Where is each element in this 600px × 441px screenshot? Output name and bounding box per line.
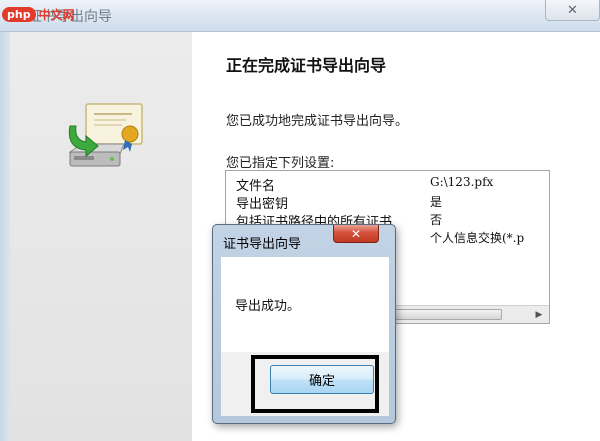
settings-label: 您已指定下列设置: (226, 156, 335, 171)
settings-value: 是 (430, 195, 443, 209)
ok-button[interactable]: 确定 (270, 365, 374, 394)
close-icon: ✕ (567, 2, 578, 18)
settings-row: 文件名 G:\123.pfx (236, 175, 549, 194)
dialog-title: 证书导出向导 (223, 237, 302, 252)
scroll-right-icon[interactable]: ▶ (532, 308, 546, 321)
close-icon: ✕ (350, 226, 362, 241)
watermark-badge: php (2, 6, 36, 22)
dialog-message: 导出成功。 (235, 299, 301, 314)
certificate-export-icon (68, 103, 143, 167)
scroll-thumb[interactable] (384, 309, 502, 320)
dialog-body: 导出成功。 (221, 257, 389, 352)
page-heading: 正在完成证书导出向导 (226, 56, 387, 75)
export-success-dialog: 证书导出向导 ✕ 导出成功。 确定 (212, 224, 396, 424)
wizard-titlebar: 证书导出向导 ✕ (0, 0, 600, 32)
settings-value: 否 (430, 213, 443, 227)
settings-value: 个人信息交换(*.p (430, 231, 525, 245)
window-close-button[interactable]: ✕ (545, 0, 600, 21)
settings-row: 导出密钥 是 (236, 193, 549, 212)
window-frame (0, 32, 10, 441)
dialog-close-button[interactable]: ✕ (333, 225, 379, 243)
settings-key: 文件名 (236, 179, 276, 194)
settings-key: 导出密钥 (236, 197, 289, 212)
intro-text: 您已成功地完成证书导出向导。 (226, 114, 409, 129)
watermark-logo: php 中文网 (2, 2, 86, 26)
watermark-text: 中文网 (38, 7, 75, 22)
settings-value: G:\123.pfx (430, 175, 494, 189)
wizard-sidebar (10, 32, 192, 441)
